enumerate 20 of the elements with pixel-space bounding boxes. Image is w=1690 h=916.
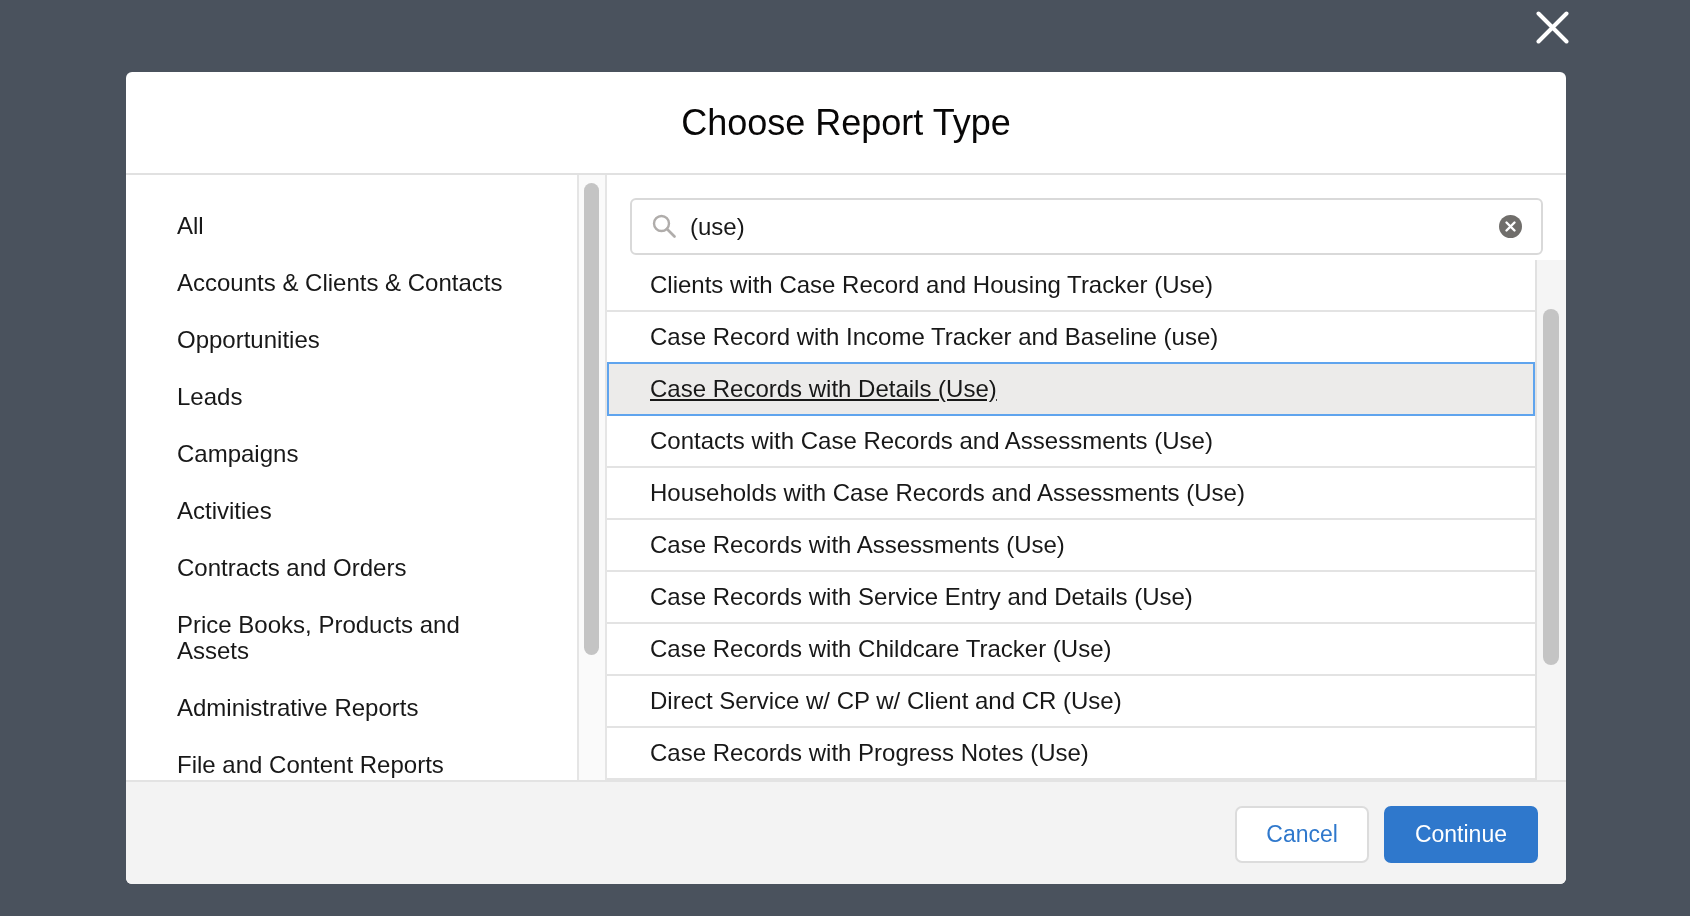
category-item[interactable]: Activities (177, 498, 272, 524)
cancel-button[interactable]: Cancel (1235, 806, 1369, 863)
category-item[interactable]: All (177, 213, 204, 239)
category-item[interactable]: Campaigns (177, 441, 299, 467)
category-item[interactable]: Contracts and Orders (177, 555, 407, 581)
report-type-item[interactable]: Case Records with Details (Use) (607, 362, 1535, 416)
scrollbar-thumb[interactable] (584, 183, 599, 655)
category-item[interactable]: Administrative Reports (177, 695, 419, 721)
clear-icon[interactable] (1499, 215, 1522, 238)
category-item[interactable]: File and Content Reports (177, 752, 444, 778)
category-item[interactable]: Price Books, Products and Assets (177, 612, 522, 664)
category-item[interactable]: Accounts & Clients & Contacts (177, 270, 503, 296)
close-icon[interactable] (1536, 11, 1569, 44)
search-field[interactable]: (use) (630, 198, 1543, 255)
category-item[interactable]: Opportunities (177, 327, 320, 353)
category-item[interactable]: Leads (177, 384, 243, 410)
search-icon (652, 214, 676, 238)
scrollbar-thumb[interactable] (1543, 309, 1559, 665)
dialog-title: Choose Report Type (681, 101, 1011, 144)
continue-button[interactable]: Continue (1383, 806, 1538, 863)
